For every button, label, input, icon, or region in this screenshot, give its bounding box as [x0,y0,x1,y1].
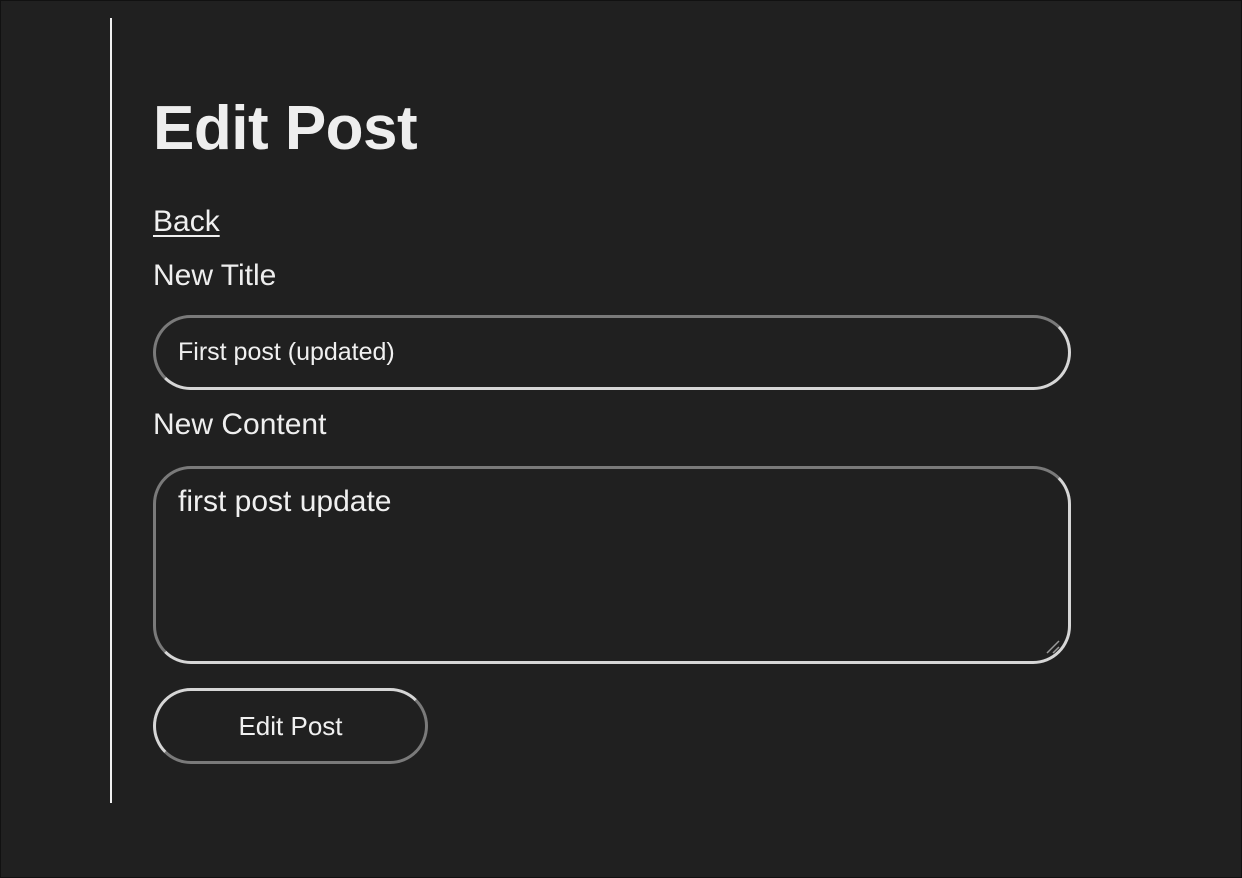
main-container: Edit Post Back New Title New Content fir… [110,18,1112,803]
new-content-label: New Content [153,408,327,441]
edit-post-button[interactable]: Edit Post [153,688,428,764]
new-content-textarea[interactable]: first post update [153,466,1071,664]
back-link[interactable]: Back [153,204,220,240]
page-title: Edit Post [153,94,418,163]
new-title-input[interactable] [153,315,1071,390]
new-title-label: New Title [153,259,277,292]
page-frame: Edit Post Back New Title New Content fir… [0,0,1242,878]
